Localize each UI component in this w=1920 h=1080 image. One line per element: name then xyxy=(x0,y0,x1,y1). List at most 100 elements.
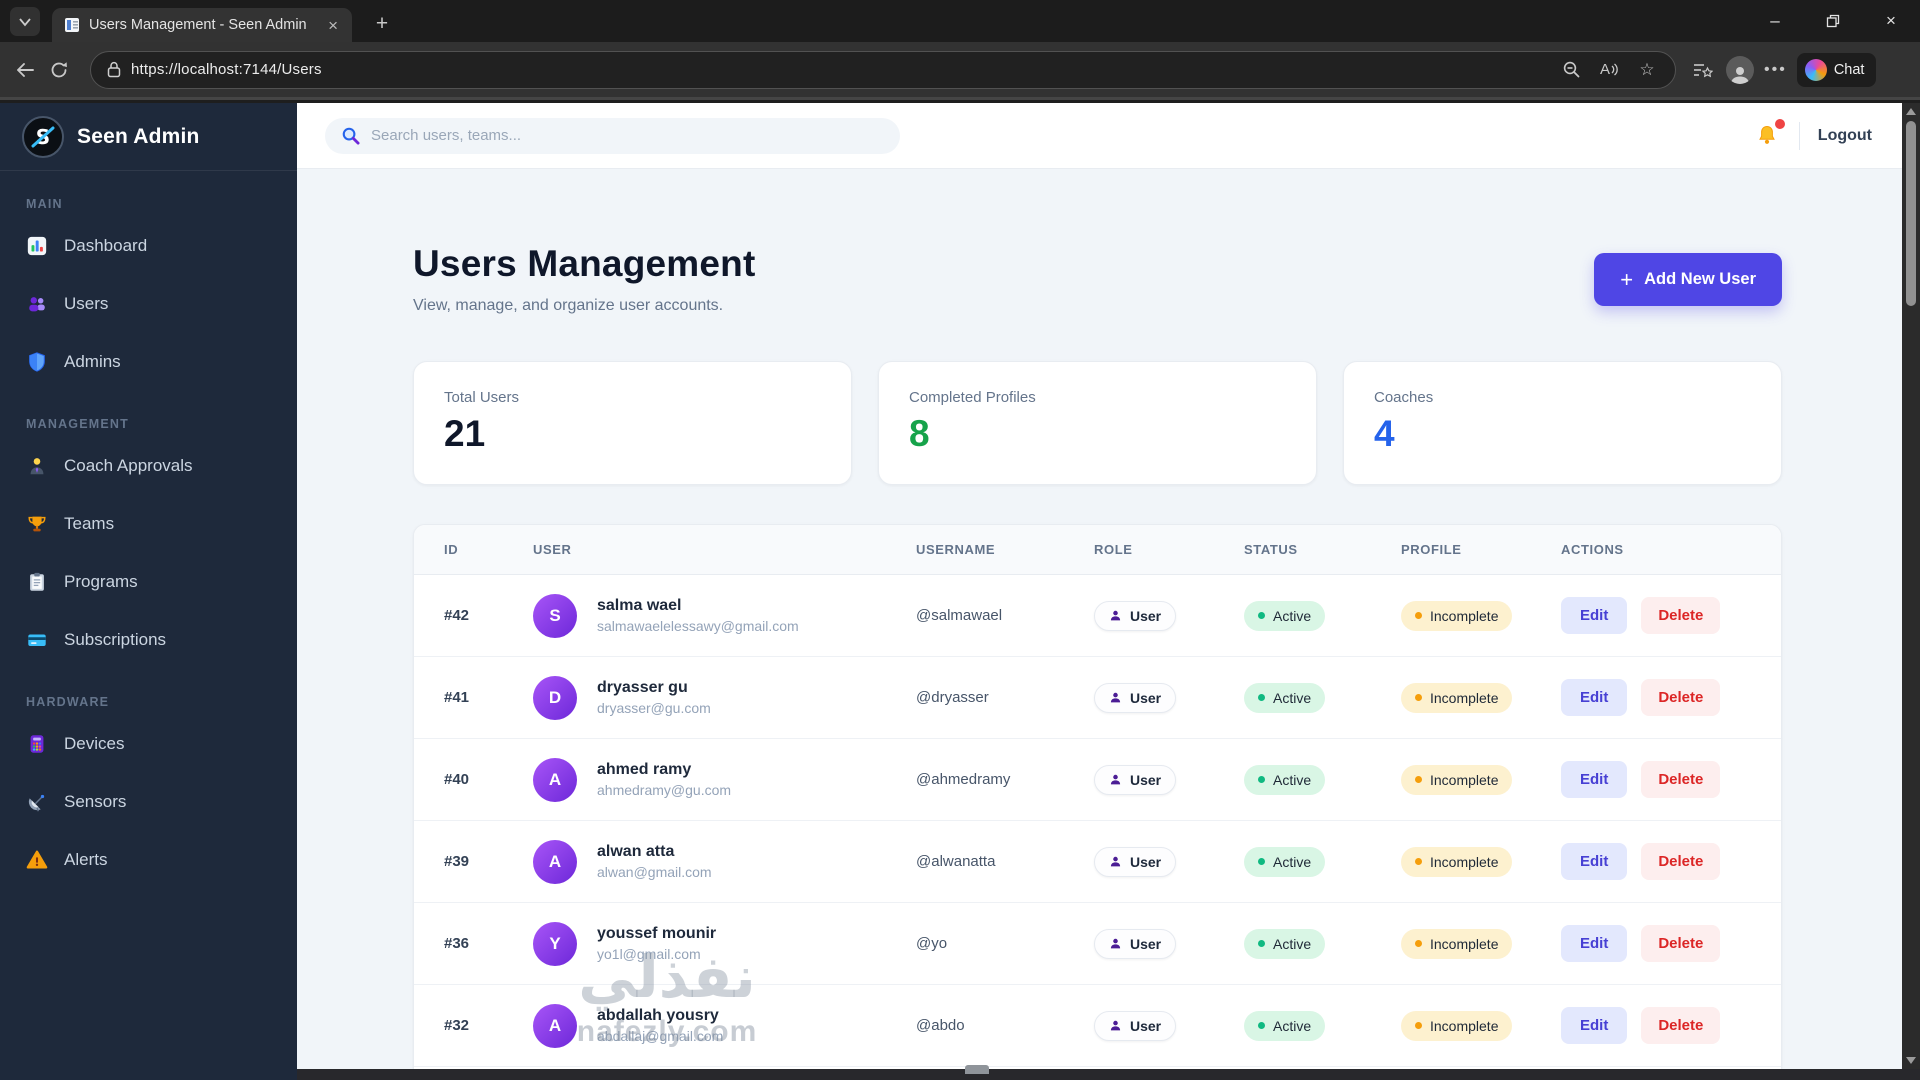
user-cell: A alwan atta alwan@gmail.com xyxy=(533,839,916,884)
profile-dot-icon xyxy=(1415,776,1422,783)
chat-label: Chat xyxy=(1833,61,1865,78)
role-badge: User xyxy=(1094,682,1177,713)
edit-button[interactable]: Edit xyxy=(1561,1007,1628,1044)
delete-button[interactable]: Delete xyxy=(1641,761,1721,798)
username: @salmawael xyxy=(916,607,1003,624)
scroll-down-arrow-icon[interactable] xyxy=(1906,1057,1916,1064)
sidebar-item-sensors[interactable]: Sensors xyxy=(0,773,297,831)
delete-button[interactable]: Delete xyxy=(1641,843,1721,880)
logout-button[interactable]: Logout xyxy=(1818,127,1872,145)
businessman-icon xyxy=(30,458,44,475)
search-input[interactable] xyxy=(371,127,884,144)
person-icon xyxy=(1110,610,1121,621)
search-icon xyxy=(342,127,360,145)
profile-badge: Incomplete xyxy=(1401,600,1513,631)
avatar: A xyxy=(533,1003,577,1048)
favorites-list-icon xyxy=(1694,63,1713,77)
brand-header: S Seen Admin xyxy=(0,103,297,171)
browser-tab-active[interactable]: Users Management - Seen Admin × xyxy=(52,8,352,42)
actions-cell: Edit Delete xyxy=(1561,1007,1751,1044)
delete-button[interactable]: Delete xyxy=(1641,597,1721,634)
sidebar-item-coach-approvals[interactable]: Coach Approvals xyxy=(0,437,297,495)
notification-badge xyxy=(1774,118,1785,129)
profile-avatar[interactable] xyxy=(1726,55,1754,84)
sidebar-item-label: Devices xyxy=(64,734,125,753)
nav-section-hardware: HARDWARE xyxy=(26,695,110,709)
sidebar-item-users[interactable]: Users xyxy=(0,275,297,333)
stat-value: 8 xyxy=(909,413,930,454)
window-close-button[interactable]: × xyxy=(1862,0,1920,42)
address-bar[interactable]: https://localhost:7144/Users A ☆ xyxy=(90,50,1676,89)
page-area: S Seen Admin MAIN Dashboard Users Admins… xyxy=(0,103,1920,1080)
clipboard-icon xyxy=(30,572,44,591)
refresh-button[interactable] xyxy=(42,53,76,87)
scrollbar-thumb[interactable] xyxy=(1906,121,1916,306)
read-aloud-button[interactable]: A xyxy=(1595,56,1623,84)
stat-card-coaches: Coaches 4 xyxy=(1343,361,1782,485)
delete-button[interactable]: Delete xyxy=(1641,925,1721,962)
table-row: #39 A alwan atta alwan@gmail.com @alwana… xyxy=(414,821,1781,903)
favorites-bar-button[interactable] xyxy=(1686,53,1720,87)
user-name: ahmed ramy xyxy=(597,761,692,778)
user-email: alwan@gmail.com xyxy=(597,864,712,880)
zoom-out-icon xyxy=(1563,61,1579,78)
profile-badge: Incomplete xyxy=(1401,928,1513,959)
brand-name: Seen Admin xyxy=(77,124,200,148)
notifications-button[interactable] xyxy=(1755,118,1785,149)
browser-menu-button[interactable]: ••• xyxy=(1760,61,1791,79)
status-dot-icon xyxy=(1258,1022,1265,1029)
edit-button[interactable]: Edit xyxy=(1561,597,1628,634)
add-new-user-button[interactable]: + Add New User xyxy=(1594,253,1782,306)
zoom-out-button[interactable] xyxy=(1557,56,1585,84)
global-search[interactable] xyxy=(325,117,900,154)
trophy-icon xyxy=(28,516,46,532)
taskbar-peek-strip xyxy=(297,1065,1920,1080)
user-name: dryasser gu xyxy=(597,679,688,696)
sidebar-item-dashboard[interactable]: Dashboard xyxy=(0,217,297,275)
row-id: #39 xyxy=(444,853,470,870)
topbar-divider xyxy=(1798,121,1800,150)
sidebar-item-label: Sensors xyxy=(64,792,127,811)
row-id: #32 xyxy=(444,1017,470,1034)
table-row: #41 D dryasser gu dryasser@gu.com @dryas… xyxy=(414,657,1781,739)
sidebar-item-alerts[interactable]: Alerts xyxy=(0,831,297,889)
tab-close-icon[interactable]: × xyxy=(324,15,342,36)
table-row: #32 A abdallah yousry abdallaj@gmail.com… xyxy=(414,985,1781,1067)
page-scrollbar[interactable] xyxy=(1902,103,1920,1080)
col-header-user: USER xyxy=(533,542,572,557)
col-header-profile: PROFILE xyxy=(1401,542,1462,557)
copilot-chat-button[interactable]: Chat xyxy=(1796,52,1877,87)
taskbar-handle[interactable] xyxy=(965,1065,989,1074)
delete-button[interactable]: Delete xyxy=(1641,679,1721,716)
person-icon xyxy=(1110,938,1121,949)
edit-button[interactable]: Edit xyxy=(1561,925,1628,962)
window-restore-button[interactable] xyxy=(1804,0,1862,42)
page-title-block: Users Management View, manage, and organ… xyxy=(413,243,756,315)
delete-button[interactable]: Delete xyxy=(1641,1007,1721,1044)
edit-button[interactable]: Edit xyxy=(1561,679,1628,716)
avatar: D xyxy=(533,675,577,720)
sidebar-item-devices[interactable]: Devices xyxy=(0,715,297,773)
page-favicon-icon xyxy=(65,18,79,32)
sidebar-item-admins[interactable]: Admins xyxy=(0,333,297,391)
profile-dot-icon xyxy=(1415,940,1422,947)
new-tab-button[interactable]: + xyxy=(368,10,396,38)
edit-button[interactable]: Edit xyxy=(1561,761,1628,798)
status-badge: Active xyxy=(1244,600,1326,631)
stat-value: 21 xyxy=(444,413,486,454)
sidebar-item-subscriptions[interactable]: Subscriptions xyxy=(0,611,297,669)
back-button[interactable] xyxy=(8,53,42,87)
scroll-up-arrow-icon[interactable] xyxy=(1906,108,1916,115)
table-row: #42 S salma wael salmawaelelessawy@gmail… xyxy=(414,575,1781,657)
col-header-status: STATUS xyxy=(1244,542,1298,557)
user-email: yo1l@gmail.com xyxy=(597,946,701,962)
tab-search-button[interactable] xyxy=(10,7,40,36)
sidebar-item-programs[interactable]: Programs xyxy=(0,553,297,611)
favorite-star-button[interactable]: ☆ xyxy=(1633,56,1661,84)
sidebar-item-teams[interactable]: Teams xyxy=(0,495,297,553)
edit-button[interactable]: Edit xyxy=(1561,843,1628,880)
role-label: User xyxy=(1130,935,1162,952)
window-minimize-button[interactable]: – xyxy=(1746,0,1804,42)
status-badge: Active xyxy=(1244,682,1326,713)
url-text[interactable]: https://localhost:7144/Users xyxy=(131,61,1547,78)
